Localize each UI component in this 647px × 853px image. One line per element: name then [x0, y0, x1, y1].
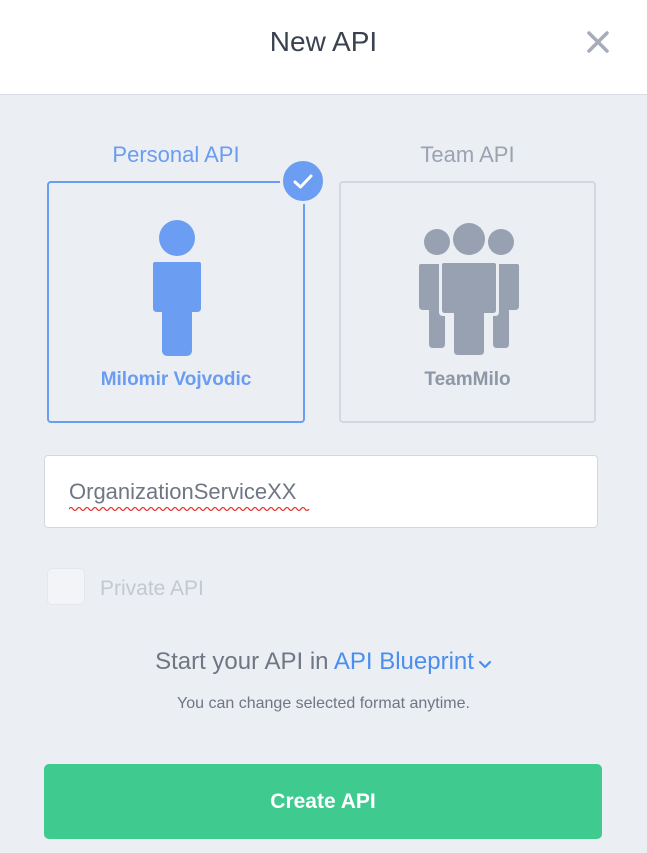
private-api-checkbox[interactable]	[47, 568, 85, 605]
api-name-input[interactable]	[44, 455, 598, 528]
format-selected[interactable]: API Blueprint	[334, 648, 474, 675]
dialog-header: New API	[0, 0, 647, 95]
personal-api-label: Personal API	[112, 142, 240, 167]
selected-check-icon	[280, 158, 326, 204]
close-icon[interactable]	[583, 27, 613, 57]
personal-api-card[interactable]: Milomir Vojvodic	[47, 181, 305, 423]
dialog-title: New API	[269, 26, 378, 57]
format-dropdown[interactable]: API Blueprint	[334, 648, 492, 675]
format-prefix: Start your API in	[155, 648, 334, 675]
private-api-label: Private API	[100, 577, 204, 600]
spellcheck-underline	[69, 506, 310, 512]
format-hint: You can change selected format anytime.	[177, 695, 470, 712]
team-icon	[419, 220, 519, 358]
format-line: Start your API in API Blueprint	[0, 648, 647, 677]
create-api-button[interactable]: Create API	[44, 764, 602, 839]
team-api-card[interactable]: TeamMilo	[339, 181, 596, 423]
personal-owner-name: Milomir Vojvodic	[100, 369, 252, 390]
chevron-down-icon[interactable]	[478, 649, 492, 677]
person-icon	[153, 220, 201, 356]
team-api-label: Team API	[420, 142, 515, 167]
team-name: TeamMilo	[424, 369, 511, 390]
